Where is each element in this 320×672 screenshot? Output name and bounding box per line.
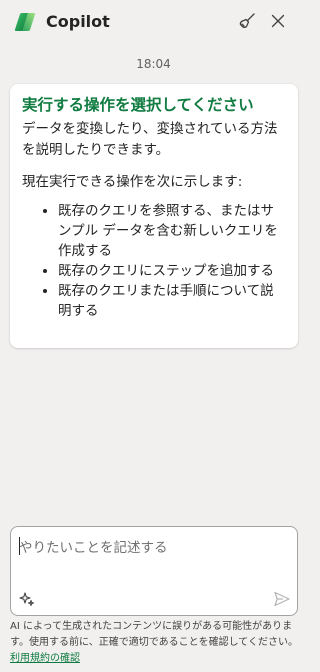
send-icon bbox=[273, 590, 291, 608]
app-title: Copilot bbox=[46, 12, 110, 31]
send-button[interactable] bbox=[271, 588, 293, 610]
message-intro: データを変換したり、変換されている方法を説明したりできます。 bbox=[22, 121, 278, 158]
capabilities-list: 既存のクエリを参照する、またはサンプル データを含む新しいクエリを作成する 既存… bbox=[22, 201, 286, 321]
text-caret bbox=[19, 537, 20, 555]
copilot-message-card: 実行する操作を選択してください データを変換したり、変換されている方法を説明した… bbox=[10, 84, 298, 348]
chat-composer bbox=[10, 526, 298, 616]
broom-icon bbox=[238, 12, 256, 30]
new-chat-button[interactable] bbox=[236, 10, 258, 32]
message-title: 実行する操作を選択してください bbox=[22, 96, 254, 114]
message-list-intro: 現在実行できる操作を次に示します: bbox=[22, 174, 243, 190]
message-timestamp: 18:04 bbox=[136, 57, 171, 71]
close-icon bbox=[271, 14, 285, 28]
copilot-logo-icon bbox=[13, 10, 37, 34]
list-item: 既存のクエリを参照する、またはサンプル データを含む新しいクエリを作成する bbox=[58, 201, 286, 261]
terms-link[interactable]: 利用規約の確認 bbox=[10, 653, 80, 664]
ai-disclaimer: AI によって生成されたコンテンツに誤りがある可能性があります。使用する前に、正… bbox=[10, 619, 298, 667]
disclaimer-text: AI によって生成されたコンテンツに誤りがある可能性があります。使用する前に、正… bbox=[10, 621, 298, 648]
list-item: 既存のクエリにステップを追加する bbox=[58, 261, 286, 281]
sparkle-icon bbox=[19, 591, 35, 607]
prompt-input[interactable] bbox=[19, 536, 287, 576]
close-button[interactable] bbox=[267, 10, 289, 32]
copilot-header: Copilot bbox=[0, 0, 307, 44]
list-item: 既存のクエリまたは手順について説明する bbox=[58, 281, 286, 321]
prompt-suggestions-button[interactable] bbox=[17, 589, 37, 609]
